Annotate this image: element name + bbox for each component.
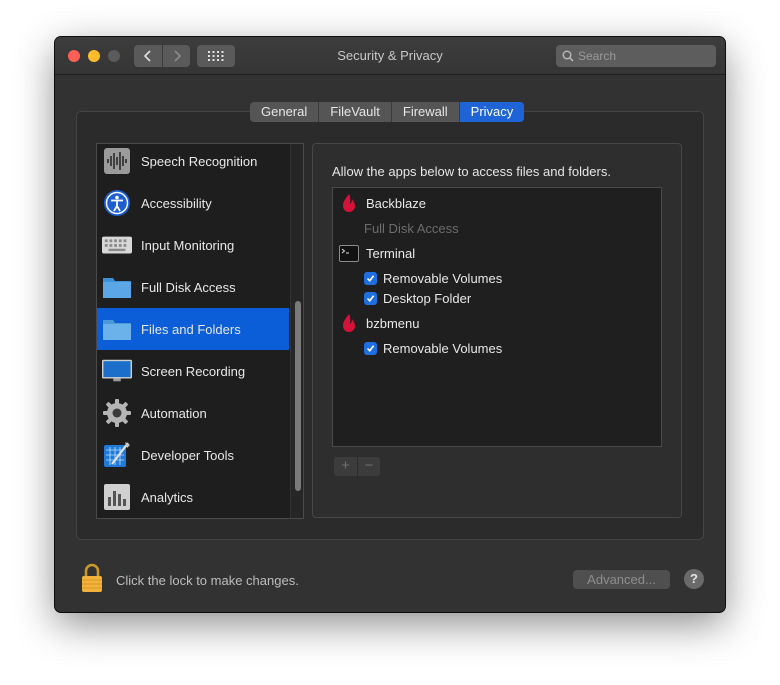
backblaze-flame-icon bbox=[339, 313, 359, 333]
tab-general[interactable]: General bbox=[250, 102, 320, 122]
tab-privacy[interactable]: Privacy bbox=[459, 102, 525, 122]
checkmark-icon bbox=[366, 274, 375, 282]
checkbox-checked[interactable] bbox=[364, 341, 377, 355]
permission-removable-volumes[interactable]: Removable Volumes bbox=[364, 267, 502, 289]
sidebar-item-input-monitoring[interactable]: Input Monitoring bbox=[97, 224, 289, 266]
checkmark-icon bbox=[366, 344, 375, 352]
backblaze-flame-icon bbox=[339, 193, 359, 213]
sidebar-item-automation[interactable]: Automation bbox=[97, 392, 289, 434]
search-input[interactable] bbox=[578, 49, 708, 63]
tab-firewall[interactable]: Firewall bbox=[392, 102, 460, 122]
gear-icon bbox=[102, 398, 132, 428]
add-remove-buttons: + − bbox=[334, 457, 380, 476]
permission-full-disk-access: Full Disk Access bbox=[364, 220, 459, 236]
waveform-icon bbox=[102, 146, 132, 176]
xcode-icon bbox=[102, 440, 132, 470]
lock-area: Click the lock to make changes. bbox=[80, 563, 299, 598]
search-icon bbox=[562, 50, 574, 62]
app-row-backblaze[interactable]: Backblaze bbox=[333, 192, 426, 214]
search-field[interactable] bbox=[556, 45, 716, 67]
sidebar-item-speech-recognition[interactable]: Speech Recognition bbox=[97, 144, 289, 182]
tab-bar: General FileVault Firewall Privacy bbox=[250, 102, 525, 122]
tab-filevault[interactable]: FileVault bbox=[319, 102, 392, 122]
sidebar-item-developer-tools[interactable]: Developer Tools bbox=[97, 434, 289, 476]
sidebar-item-files-and-folders[interactable]: Files and Folders bbox=[97, 308, 289, 350]
permission-desktop-folder[interactable]: Desktop Folder bbox=[364, 287, 471, 309]
accessibility-icon bbox=[102, 188, 132, 218]
sidebar-item-screen-recording[interactable]: Screen Recording bbox=[97, 350, 289, 392]
checkmark-icon bbox=[366, 294, 375, 302]
scrollbar-thumb[interactable] bbox=[295, 301, 301, 491]
sidebar-item-full-disk-access[interactable]: Full Disk Access bbox=[97, 266, 289, 308]
checkbox-checked[interactable] bbox=[364, 291, 377, 305]
monitor-icon bbox=[102, 356, 132, 386]
category-list-scrollbar[interactable] bbox=[290, 144, 303, 518]
remove-app-button[interactable]: − bbox=[357, 457, 380, 476]
help-button[interactable]: ? bbox=[684, 569, 704, 589]
app-row-bzbmenu[interactable]: bzbmenu bbox=[333, 312, 419, 334]
security-privacy-window: Security & Privacy General FileVault Fir… bbox=[55, 37, 725, 612]
checkbox-checked[interactable] bbox=[364, 271, 377, 285]
pane-description: Allow the apps below to access files and… bbox=[332, 164, 611, 179]
sidebar-item-accessibility[interactable]: Accessibility bbox=[97, 182, 289, 224]
add-app-button[interactable]: + bbox=[334, 457, 357, 476]
bar-chart-icon bbox=[102, 482, 132, 512]
sidebar-item-analytics[interactable]: Analytics bbox=[97, 476, 289, 518]
folder-icon bbox=[102, 314, 132, 344]
lock-message: Click the lock to make changes. bbox=[116, 573, 299, 588]
files-and-folders-pane: Allow the apps below to access files and… bbox=[312, 143, 682, 518]
app-row-terminal[interactable]: Terminal bbox=[333, 242, 415, 264]
folder-icon bbox=[102, 272, 132, 302]
lock-icon[interactable] bbox=[80, 563, 104, 598]
app-permission-list: Backblaze Full Disk Access Terminal Remo… bbox=[332, 187, 662, 447]
title-bar: Security & Privacy bbox=[55, 37, 725, 75]
permission-removable-volumes[interactable]: Removable Volumes bbox=[364, 337, 502, 359]
terminal-icon bbox=[339, 243, 359, 263]
keyboard-icon bbox=[102, 230, 132, 260]
advanced-button[interactable]: Advanced... bbox=[573, 570, 670, 589]
privacy-category-list: Speech Recognition Accessibility Input M… bbox=[96, 143, 304, 519]
